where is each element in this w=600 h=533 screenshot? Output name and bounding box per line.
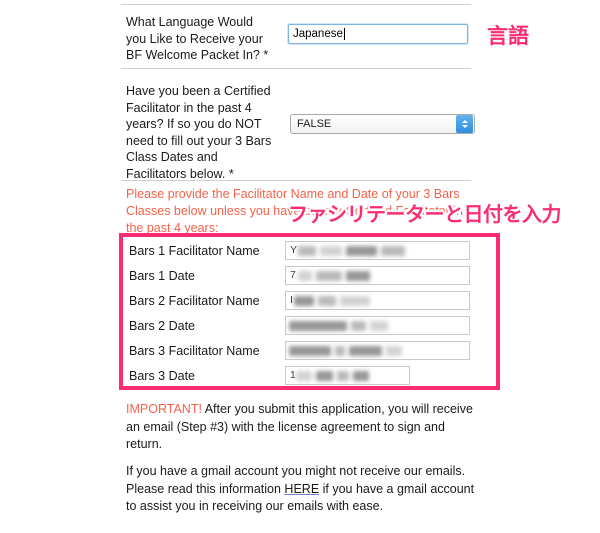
language-input-value: Japanese — [293, 28, 343, 40]
here-link[interactable]: HERE — [284, 482, 319, 496]
certified-facilitator-select[interactable]: FALSE — [290, 114, 475, 134]
form-page: What Language Would you Like to Receive … — [0, 0, 600, 533]
gmail-notice: If you have a gmail account you might no… — [126, 463, 478, 516]
chevron-up-icon — [461, 120, 468, 123]
chevron-down-icon — [461, 125, 468, 128]
important-keyword: IMPORTANT! — [126, 402, 202, 416]
certified-facilitator-value: FALSE — [297, 118, 332, 130]
text-cursor — [343, 28, 345, 40]
section-divider-middle — [121, 68, 471, 69]
question-certified-facilitator-label: Have you been a Certified Facilitator in… — [126, 84, 272, 181]
annotation-language: 言語 — [487, 24, 529, 48]
highlight-box-bars — [119, 233, 500, 390]
question-language-label: What Language Would you Like to Receive … — [126, 15, 269, 62]
annotation-facilitator-date: ファシリテーターと日付を入力 — [288, 202, 562, 226]
stepper-arrows-icon[interactable] — [456, 115, 473, 133]
important-notice: IMPORTANT! After you submit this applica… — [126, 401, 478, 454]
section-divider-top — [121, 4, 471, 5]
language-input[interactable]: Japanese — [288, 24, 468, 44]
